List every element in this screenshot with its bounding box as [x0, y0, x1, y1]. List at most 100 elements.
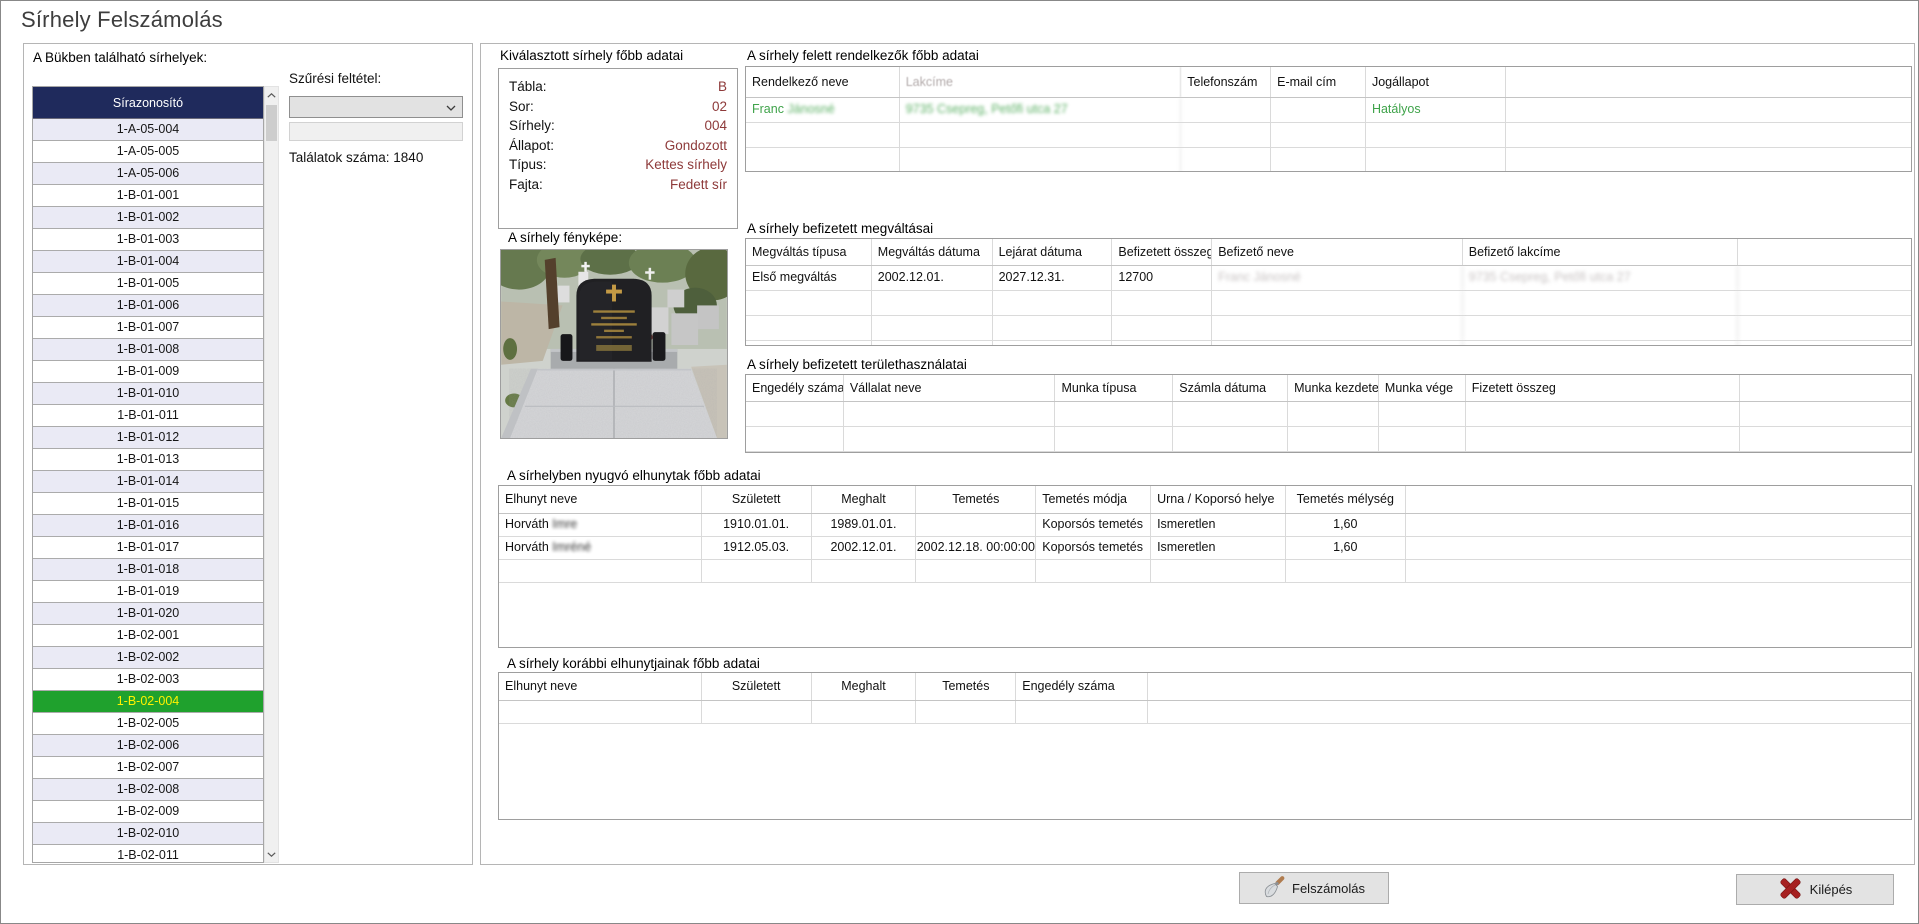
- funeral-date-cell: [916, 560, 1036, 582]
- grave-id-row[interactable]: 1-B-01-018: [33, 559, 263, 581]
- filter-input[interactable]: [289, 122, 463, 141]
- grave-id-row[interactable]: 1-B-01-007: [33, 317, 263, 339]
- column-header: Született: [702, 673, 812, 700]
- grave-id-row[interactable]: 1-B-01-015: [33, 493, 263, 515]
- grave-id-row[interactable]: 1-B-01-016: [33, 515, 263, 537]
- table-row[interactable]: [746, 148, 1911, 172]
- column-header: [1740, 375, 1911, 401]
- expiry-date-cell: 2027.12.31.: [993, 266, 1113, 290]
- grave-id-row[interactable]: 1-B-02-008: [33, 779, 263, 801]
- owner-name-cell: [746, 148, 900, 172]
- column-header: Befizetett összeg: [1112, 239, 1212, 265]
- payer-address-cell: [1463, 316, 1739, 340]
- grave-id-row[interactable]: 1-A-05-006: [33, 163, 263, 185]
- permit-cell: [746, 402, 844, 426]
- grave-id-row[interactable]: 1-B-01-005: [33, 273, 263, 295]
- table-row[interactable]: [746, 402, 1911, 427]
- grave-id-row[interactable]: 1-B-01-001: [33, 185, 263, 207]
- payer-address-cell: [1463, 341, 1739, 346]
- detail-field: Fajta: Fedett sír: [509, 175, 727, 195]
- scroll-down-icon[interactable]: [265, 846, 278, 862]
- grave-id-row[interactable]: 1-B-02-001: [33, 625, 263, 647]
- rendelkezok-table-title: A sírhely felett rendelkezők főbb adatai: [745, 48, 981, 63]
- work-end-cell: [1379, 402, 1466, 426]
- grave-id-row[interactable]: 1-B-02-004: [33, 691, 263, 713]
- nyugvok-table-header: Elhunyt neveSzületettMeghaltTemetésTemet…: [499, 486, 1911, 514]
- column-header: Megváltás dátuma: [872, 239, 993, 265]
- table-row[interactable]: Franc Jánosné 9735 Csepreg, Petőfi utca …: [746, 98, 1911, 123]
- grave-list-scrollbar[interactable]: [264, 86, 279, 863]
- page-title: Sírhely Felszámolás: [21, 7, 223, 33]
- empty-cell: [1506, 148, 1911, 172]
- scroll-up-icon[interactable]: [265, 87, 278, 103]
- empty-cell: [1506, 123, 1911, 147]
- table-row[interactable]: [499, 560, 1911, 583]
- column-header: Vállalat neve: [844, 375, 1056, 401]
- grave-id-row[interactable]: 1-B-02-002: [33, 647, 263, 669]
- grave-id-row[interactable]: 1-B-02-003: [33, 669, 263, 691]
- column-header: Lakcíme: [900, 67, 1182, 97]
- redemption-type-cell: Első megváltás: [746, 266, 872, 290]
- payer-name-cell: [1212, 291, 1463, 315]
- table-row[interactable]: [746, 341, 1911, 346]
- exit-button[interactable]: Kilépés: [1736, 874, 1894, 905]
- grave-id-row[interactable]: 1-B-01-006: [33, 295, 263, 317]
- grave-id-row[interactable]: 1-B-01-002: [33, 207, 263, 229]
- grave-id-row[interactable]: 1-B-01-012: [33, 427, 263, 449]
- grave-id-row[interactable]: 1-B-01-009: [33, 361, 263, 383]
- table-row[interactable]: Első megváltás 2002.12.01. 2027.12.31. 1…: [746, 266, 1911, 291]
- grave-id-row[interactable]: 1-B-01-014: [33, 471, 263, 493]
- megvaltasok-table-title: A sírhely befizetett megváltásai: [745, 221, 935, 236]
- grave-id-row[interactable]: 1-B-01-004: [33, 251, 263, 273]
- grave-id-row[interactable]: 1-B-01-011: [33, 405, 263, 427]
- born-cell: [702, 701, 812, 723]
- photo-label: A sírhely fényképe:: [506, 230, 624, 245]
- table-row[interactable]: [746, 316, 1911, 341]
- liquidate-button-label: Felszámolás: [1292, 881, 1365, 896]
- app-window: Sírhely Felszámolás A Bükben található s…: [0, 0, 1919, 924]
- grave-list-group-label: A Bükben található sírhelyek:: [31, 50, 209, 65]
- deceased-name-cell: Horváth Imre: [499, 514, 702, 536]
- grave-id-row[interactable]: 1-B-02-006: [33, 735, 263, 757]
- grave-id-row[interactable]: 1-B-02-010: [33, 823, 263, 845]
- detail-field: Állapot: Gondozott: [509, 136, 727, 156]
- table-row[interactable]: Horváth Imréné 1912.05.03. 2002.12.01. 2…: [499, 537, 1911, 560]
- selected-grave-details: Tábla: B Sor: 02 Sírhely: 004 Állapot: G…: [498, 68, 738, 229]
- grave-id-row[interactable]: 1-B-01-008: [33, 339, 263, 361]
- column-header: E-mail cím: [1271, 67, 1366, 97]
- grave-id-row[interactable]: 1-B-01-017: [33, 537, 263, 559]
- grave-id-grid: Sírazonosító 1-A-05-004 1-A-05-005 1-A-0…: [32, 86, 264, 863]
- died-cell: [812, 701, 917, 723]
- work-type-cell: [1055, 402, 1173, 426]
- grave-id-row[interactable]: 1-B-01-013: [33, 449, 263, 471]
- owner-email-cell: [1271, 98, 1366, 122]
- table-row[interactable]: [746, 427, 1911, 452]
- owner-phone-cell: [1181, 98, 1271, 122]
- grave-id-row[interactable]: 1-A-05-005: [33, 141, 263, 163]
- deceased-name-cell: Horváth Imréné: [499, 537, 702, 559]
- grave-id-row[interactable]: 1-B-01-019: [33, 581, 263, 603]
- grave-id-row[interactable]: 1-B-01-003: [33, 229, 263, 251]
- grave-id-row[interactable]: 1-B-01-010: [33, 383, 263, 405]
- grave-id-row[interactable]: 1-A-05-004: [33, 119, 263, 141]
- grave-photo: [500, 249, 728, 439]
- filter-combobox[interactable]: [289, 96, 463, 118]
- permit-cell: [746, 427, 844, 451]
- scrollbar-thumb[interactable]: [266, 105, 277, 141]
- grave-id-row[interactable]: 1-B-01-020: [33, 603, 263, 625]
- permit-cell: [1016, 701, 1148, 723]
- grave-id-row[interactable]: 1-B-02-007: [33, 757, 263, 779]
- grave-id-row[interactable]: 1-B-02-011: [33, 845, 263, 863]
- liquidate-button[interactable]: Felszámolás: [1239, 872, 1389, 904]
- grave-id-row[interactable]: 1-B-02-005: [33, 713, 263, 735]
- table-row[interactable]: [746, 291, 1911, 316]
- table-row[interactable]: Horváth Imre 1910.01.01. 1989.01.01. Kop…: [499, 514, 1911, 537]
- empty-cell: [1406, 514, 1911, 536]
- table-row[interactable]: [499, 701, 1911, 724]
- table-row[interactable]: [746, 123, 1911, 148]
- grave-id-column-header[interactable]: Sírazonosító: [33, 87, 263, 119]
- grave-id-row[interactable]: 1-B-02-009: [33, 801, 263, 823]
- owner-name-cell: Franc Jánosné: [746, 98, 900, 122]
- column-header: Temetés: [916, 673, 1016, 700]
- detail-field-value: Kettes sírhely: [645, 155, 727, 175]
